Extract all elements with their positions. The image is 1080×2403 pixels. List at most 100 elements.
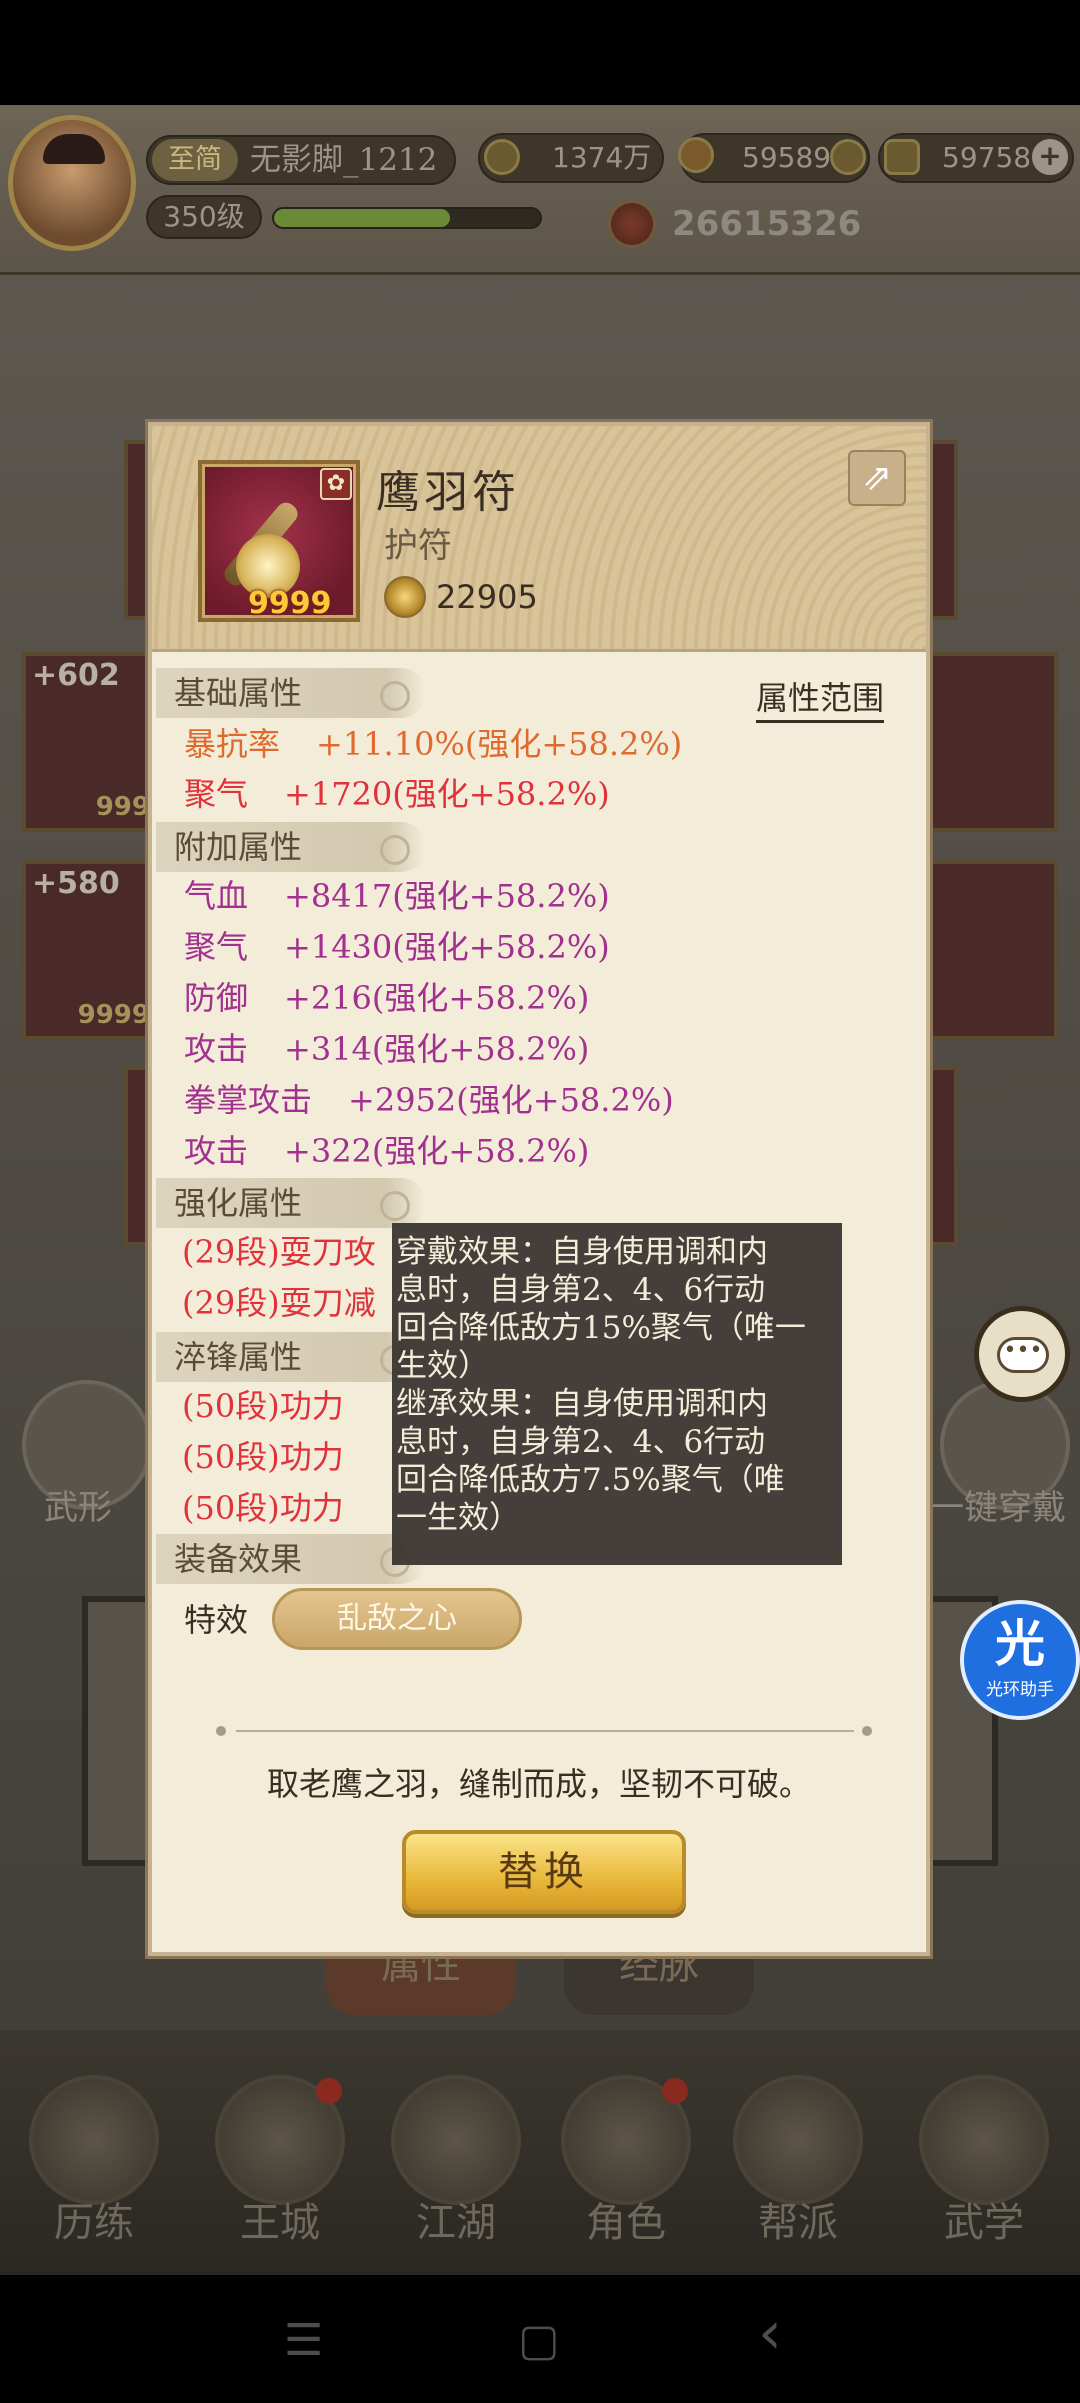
item-score: 22905 [436,578,538,616]
divider-dot [216,1726,226,1736]
wuxing-label: 武形 [44,1488,112,1528]
slot-count: 999 [95,792,150,822]
nav-label: 江湖 [416,2200,496,2246]
nav-item-royal-city[interactable]: 王城 [200,2050,360,2260]
stat-value: +2952(强化+58.2%) [348,1081,674,1119]
copper-value: 1374万 [552,141,652,174]
top-bar: 至简 无影脚_1212 350级 1374万 59589 59758 + 266… [0,105,1080,275]
item-header: 9999 ✿ 鹰羽符 护符 22905 ⇗ [152,426,926,652]
stat-name: 气血 [184,877,249,915]
chat-button[interactable]: ••• [974,1306,1070,1402]
replace-button[interactable]: 替换 [402,1830,686,1914]
nav-label: 王城 [240,2200,320,2246]
item-type: 护符 [384,526,452,566]
slot-count: 9999 [77,1000,150,1030]
nav-item-character[interactable]: 角色 [546,2050,706,2260]
system-navigation-bar: ☰ ▢ ‹ [0,2275,1080,2403]
special-effect-label: 特效 [184,1601,249,1639]
assistant-floating-button[interactable]: 光 光环助手 [960,1600,1080,1720]
equipment-slot[interactable] [918,860,1058,1040]
temper-stat-row: (50段)功力 [182,1387,344,1425]
stat-value: +216(强化+58.2%) [284,979,590,1017]
slot-enhance-level: +602 [32,658,120,693]
stat-name: 攻击 [184,1132,249,1170]
stat-value: +1430(强化+58.2%) [284,928,610,966]
nav-label: 武学 [944,2200,1024,2246]
divider-dot [862,1726,872,1736]
extra-stat-row: 攻击 +314(强化+58.2%) [184,1025,589,1073]
extra-stat-row: 拳掌攻击 +2952(强化+58.2%) [184,1076,674,1124]
gold-coin-icon [678,137,714,173]
menu-icon[interactable]: ☰ [284,2319,323,2363]
base-stat-row: 暴抗率 +11.10%(强化+58.2%) [184,720,682,768]
item-count: 9999 [248,586,332,621]
martial-arts-icon [919,2075,1049,2205]
enhance-stat-row: (29段)耍刀减 [182,1284,376,1322]
temper-stat-row: (50段)功力 [182,1438,344,1476]
tooltip-line: 回合降低敌方7.5%聚气（唯 [396,1462,785,1498]
notification-dot [662,2078,688,2104]
stat-value: +314(强化+58.2%) [284,1030,590,1068]
tooltip-line: 继承效果：自身使用调和内 [396,1386,768,1422]
notification-dot [316,2078,342,2104]
vip-badge: 至简 [152,139,238,181]
flower-emblem-icon: ✿ [320,468,352,500]
attribute-range-link[interactable]: 属性范围 [756,676,885,723]
item-name: 鹰羽符 [376,467,520,518]
bottom-nav: 历练 王城 江湖 角色 帮派 武学 [0,2030,1080,2275]
ingot-display: 59758 + [878,133,1074,183]
nav-label: 历练 [54,2200,134,2246]
equipment-slot[interactable] [918,652,1058,832]
gold-display: 59589 [678,133,870,183]
equipment-slot[interactable]: +602 999 [22,652,162,832]
power-icon [608,200,656,248]
stat-name: 聚气 [184,775,249,813]
player-avatar[interactable] [8,115,136,251]
copper-display: 1374万 [478,133,664,183]
power-value: 26615326 [672,204,862,244]
section-extra-attributes: 附加属性 [156,822,426,872]
stat-value: +322(强化+58.2%) [284,1132,590,1170]
gold-value: 59589 [742,141,832,174]
stat-name: 攻击 [184,1030,249,1068]
extra-stat-row: 防御 +216(强化+58.2%) [184,974,589,1022]
section-enhance-attributes: 强化属性 [156,1178,426,1228]
share-icon: ⇗ [861,457,893,498]
add-ingot-icon[interactable]: + [1032,139,1068,175]
back-icon[interactable]: ‹ [758,2303,782,2363]
exp-bar-fill [274,209,450,227]
copper-coin-icon [484,139,520,175]
stat-name: 拳掌攻击 [184,1081,313,1119]
assistant-label: 光环助手 [986,1680,1054,1700]
player-level: 350级 [146,195,262,239]
item-detail-popup: 9999 ✿ 鹰羽符 护符 22905 ⇗ 属性范围 基础属性 暴抗率 +11.1… [148,422,930,1956]
share-button[interactable]: ⇗ [848,450,906,506]
chat-bubble-icon: ••• [997,1337,1049,1373]
tooltip-line: 息时，自身第2、4、6行动 [396,1272,766,1308]
tooltip-line: 回合降低敌方15%聚气（唯一 [396,1310,806,1346]
jianghu-icon [391,2075,521,2205]
stat-value: +11.10%(强化+58.2%) [316,725,683,763]
stat-name: 防御 [184,979,249,1017]
ingot-value: 59758 [942,141,1032,174]
add-gold-icon[interactable] [830,139,866,175]
tooltip-line: 一生效） [396,1500,520,1536]
home-icon[interactable]: ▢ [518,2319,560,2363]
special-effect-button[interactable]: 乱敌之心 [272,1588,522,1650]
stat-name: 聚气 [184,928,249,966]
nav-item-martial-arts[interactable]: 武学 [904,2050,1064,2260]
tooltip-line: 穿戴效果：自身使用调和内 [396,1234,768,1270]
equipment-slot[interactable]: +580 9999 [22,860,162,1040]
slot-enhance-level: +580 [32,866,120,901]
nav-item-training[interactable]: 历练 [14,2050,174,2260]
nav-item-jianghu[interactable]: 江湖 [376,2050,536,2260]
enhance-stat-row: (29段)耍刀攻 [182,1233,376,1271]
stat-value: +8417(强化+58.2%) [284,877,610,915]
special-effect-tooltip: 穿戴效果：自身使用调和内 息时，自身第2、4、6行动 回合降低敌方15%聚气（唯… [392,1223,842,1565]
guild-icon [733,2075,863,2205]
nav-label: 角色 [586,2200,666,2246]
stat-name: 暴抗率 [184,725,281,763]
divider [236,1730,854,1732]
nav-item-guild[interactable]: 帮派 [718,2050,878,2260]
section-temper-attributes: 淬锋属性 [156,1332,426,1382]
